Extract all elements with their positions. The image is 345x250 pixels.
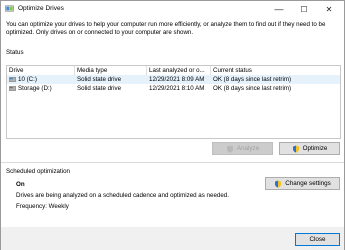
change-settings-button-label: Change settings <box>285 180 331 187</box>
title-bar[interactable]: Optimize Drives — ☐ ✕ <box>1 1 344 17</box>
analyze-button[interactable]: Analyze <box>212 142 273 155</box>
window-title: Optimize Drives <box>18 5 64 12</box>
media-type: Solid state drive <box>77 76 122 83</box>
shield-icon <box>292 145 299 153</box>
column-header-current-status[interactable]: Current status <box>211 66 340 75</box>
schedule-frequency: Frequency: Weekly <box>16 203 69 210</box>
analyze-button-label: Analyze <box>236 145 260 152</box>
column-header-media-type[interactable]: Media type <box>75 66 147 75</box>
close-button-label: Close <box>309 236 326 243</box>
close-window-button[interactable]: ✕ <box>319 1 339 17</box>
drive-row-c[interactable]: 10 (C:) Solid state drive 12/29/2021 8:0… <box>7 75 340 84</box>
intro-text: You can optimize your drives to help you… <box>6 21 326 36</box>
schedule-description: Drives are being analyzed on a scheduled… <box>16 192 229 199</box>
shield-icon <box>226 145 233 153</box>
column-header-last-analyzed[interactable]: Last analyzed or o... <box>147 66 211 75</box>
drive-name: 10 (C:) <box>18 76 37 83</box>
close-button[interactable]: Close <box>295 233 340 246</box>
optimize-button-label: Optimize <box>302 145 328 152</box>
schedule-state: On <box>16 181 25 188</box>
scheduled-section-label: Scheduled optimization <box>6 168 70 175</box>
shield-icon <box>275 180 282 188</box>
drive-icon <box>9 86 16 91</box>
drive-icon <box>9 77 16 82</box>
drive-name: Storage (D:) <box>18 85 52 92</box>
last-analyzed: 12/29/2021 8:10 AM <box>149 85 205 92</box>
drive-row-d[interactable]: Storage (D:) Solid state drive 12/29/202… <box>7 84 340 93</box>
footer-bar: Close <box>1 227 344 250</box>
optimize-drives-app-icon <box>5 5 14 12</box>
section-divider <box>1 162 344 163</box>
column-header-drive[interactable]: Drive <box>7 66 75 75</box>
maximize-button[interactable]: ☐ <box>294 1 314 17</box>
minimize-button[interactable]: — <box>269 1 289 17</box>
last-analyzed: 12/29/2021 8:09 AM <box>149 76 205 83</box>
drives-list[interactable]: Drive Media type Last analyzed or o... C… <box>6 65 341 139</box>
media-type: Solid state drive <box>77 85 122 92</box>
optimize-button[interactable]: Optimize <box>279 142 340 155</box>
current-status: OK (8 days since last retrim) <box>213 85 292 92</box>
optimize-drives-window: Optimize Drives — ☐ ✕ You can optimize y… <box>0 0 345 250</box>
change-settings-button[interactable]: Change settings <box>265 177 340 190</box>
status-section-label: Status <box>6 49 24 56</box>
current-status: OK (8 days since last retrim) <box>213 76 292 83</box>
